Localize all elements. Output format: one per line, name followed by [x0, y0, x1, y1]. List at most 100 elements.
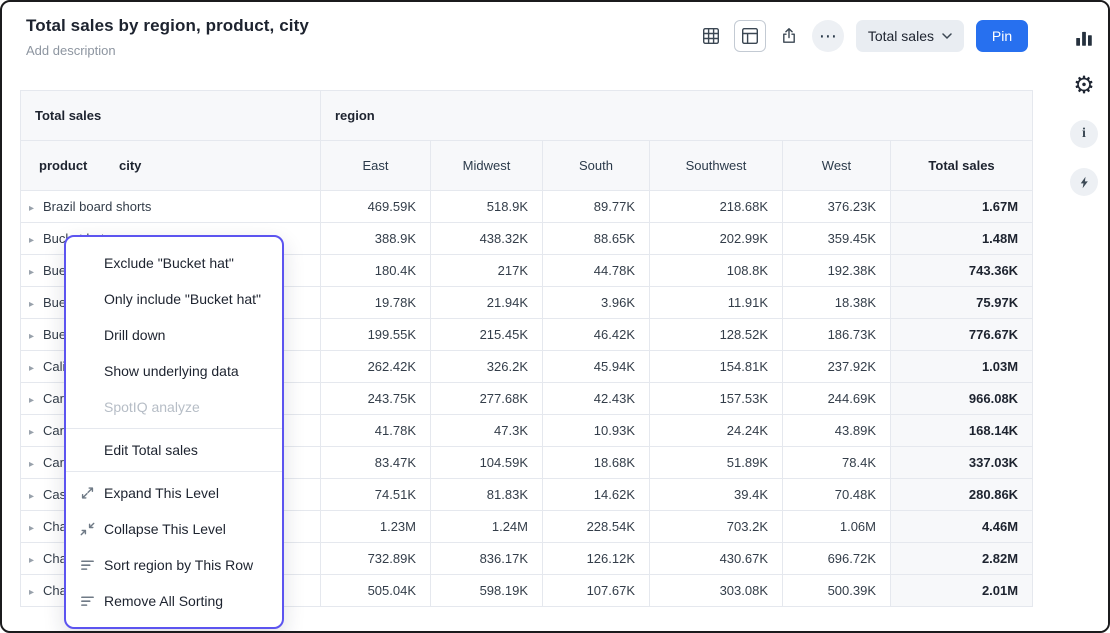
- cell-value[interactable]: 1.24M: [431, 511, 543, 543]
- cell-value[interactable]: 81.83K: [431, 479, 543, 511]
- table-view-icon[interactable]: [700, 25, 722, 47]
- cell-value[interactable]: 598.19K: [431, 575, 543, 607]
- info-icon[interactable]: i: [1070, 120, 1098, 148]
- chart-panel-icon[interactable]: [1070, 24, 1098, 52]
- cell-value[interactable]: 430.67K: [650, 543, 783, 575]
- expand-caret-icon[interactable]: ▸: [29, 459, 43, 470]
- expand-caret-icon[interactable]: ▸: [29, 523, 43, 534]
- cell-value[interactable]: 202.99K: [650, 223, 783, 255]
- cell-value[interactable]: 500.39K: [783, 575, 891, 607]
- menu-item[interactable]: Collapse This Level: [66, 511, 282, 547]
- cell-value[interactable]: 244.69K: [783, 383, 891, 415]
- product-dim-label[interactable]: product: [39, 158, 87, 173]
- measure-dropdown[interactable]: Total sales: [856, 20, 964, 52]
- cell-value[interactable]: 186.73K: [783, 319, 891, 351]
- expand-caret-icon[interactable]: ▸: [29, 427, 43, 438]
- expand-caret-icon[interactable]: ▸: [29, 491, 43, 502]
- cell-value[interactable]: 388.9K: [321, 223, 431, 255]
- cell-value[interactable]: 46.42K: [543, 319, 650, 351]
- cell-value[interactable]: 703.2K: [650, 511, 783, 543]
- cell-value[interactable]: 44.78K: [543, 255, 650, 287]
- cell-value[interactable]: 237.92K: [783, 351, 891, 383]
- cell-value[interactable]: 128.52K: [650, 319, 783, 351]
- column-header[interactable]: Total sales: [891, 141, 1033, 191]
- cell-value[interactable]: 45.94K: [543, 351, 650, 383]
- cell-value[interactable]: 18.38K: [783, 287, 891, 319]
- cell-value[interactable]: 19.78K: [321, 287, 431, 319]
- cell-value[interactable]: 326.2K: [431, 351, 543, 383]
- cell-value[interactable]: 11.91K: [650, 287, 783, 319]
- cell-value[interactable]: 89.77K: [543, 191, 650, 223]
- cell-value[interactable]: 180.4K: [321, 255, 431, 287]
- spotiq-lightning-icon[interactable]: [1070, 168, 1098, 196]
- expand-caret-icon[interactable]: ▸: [29, 331, 43, 342]
- menu-item[interactable]: Sort region by This Row: [66, 547, 282, 583]
- menu-item[interactable]: Only include "Bucket hat": [66, 281, 282, 317]
- menu-item[interactable]: Exclude "Bucket hat": [66, 245, 282, 281]
- cell-value[interactable]: 505.04K: [321, 575, 431, 607]
- cell-value[interactable]: 277.68K: [431, 383, 543, 415]
- share-icon[interactable]: [778, 25, 800, 47]
- cell-value[interactable]: 359.45K: [783, 223, 891, 255]
- expand-caret-icon[interactable]: ▸: [29, 395, 43, 406]
- cell-value[interactable]: 836.17K: [431, 543, 543, 575]
- column-header[interactable]: Midwest: [431, 141, 543, 191]
- menu-item[interactable]: Expand This Level: [66, 475, 282, 511]
- cell-value[interactable]: 218.68K: [650, 191, 783, 223]
- cell-value[interactable]: 376.23K: [783, 191, 891, 223]
- more-options-button[interactable]: ⋯: [812, 20, 844, 52]
- expand-caret-icon[interactable]: ▸: [29, 299, 43, 310]
- cell-value[interactable]: 228.54K: [543, 511, 650, 543]
- cell-value[interactable]: 107.67K: [543, 575, 650, 607]
- expand-caret-icon[interactable]: ▸: [29, 587, 43, 598]
- cell-value[interactable]: 39.4K: [650, 479, 783, 511]
- column-header[interactable]: Southwest: [650, 141, 783, 191]
- cell-value[interactable]: 78.4K: [783, 447, 891, 479]
- cell-value[interactable]: 438.32K: [431, 223, 543, 255]
- cell-value[interactable]: 88.65K: [543, 223, 650, 255]
- cell-value[interactable]: 126.12K: [543, 543, 650, 575]
- cell-value[interactable]: 696.72K: [783, 543, 891, 575]
- cell-value[interactable]: 469.59K: [321, 191, 431, 223]
- menu-item[interactable]: Show underlying data: [66, 353, 282, 389]
- menu-item[interactable]: Remove All Sorting: [66, 583, 282, 619]
- city-dim-label[interactable]: city: [119, 158, 141, 173]
- menu-item[interactable]: Drill down: [66, 317, 282, 353]
- cell-value[interactable]: 1.06M: [783, 511, 891, 543]
- cell-value[interactable]: 18.68K: [543, 447, 650, 479]
- cell-value[interactable]: 192.38K: [783, 255, 891, 287]
- cell-value[interactable]: 303.08K: [650, 575, 783, 607]
- cell-value[interactable]: 51.89K: [650, 447, 783, 479]
- column-header[interactable]: East: [321, 141, 431, 191]
- cell-value[interactable]: 732.89K: [321, 543, 431, 575]
- settings-gear-icon[interactable]: ⚙: [1070, 72, 1098, 100]
- expand-caret-icon[interactable]: ▸: [29, 363, 43, 374]
- cell-value[interactable]: 70.48K: [783, 479, 891, 511]
- cell-value[interactable]: 262.42K: [321, 351, 431, 383]
- cell-value[interactable]: 14.62K: [543, 479, 650, 511]
- cell-value[interactable]: 1.23M: [321, 511, 431, 543]
- cell-value[interactable]: 154.81K: [650, 351, 783, 383]
- cell-value[interactable]: 215.45K: [431, 319, 543, 351]
- cell-value[interactable]: 74.51K: [321, 479, 431, 511]
- cell-value[interactable]: 83.47K: [321, 447, 431, 479]
- cell-value[interactable]: 104.59K: [431, 447, 543, 479]
- column-group-header[interactable]: region: [321, 91, 1033, 141]
- menu-item[interactable]: Edit Total sales: [66, 432, 282, 468]
- expand-caret-icon[interactable]: ▸: [29, 555, 43, 566]
- cell-value[interactable]: 199.55K: [321, 319, 431, 351]
- pivot-view-button[interactable]: [734, 20, 766, 52]
- cell-value[interactable]: 24.24K: [650, 415, 783, 447]
- cell-value[interactable]: 217K: [431, 255, 543, 287]
- column-header[interactable]: South: [543, 141, 650, 191]
- expand-caret-icon[interactable]: ▸: [29, 203, 43, 214]
- cell-value[interactable]: 157.53K: [650, 383, 783, 415]
- column-header[interactable]: West: [783, 141, 891, 191]
- cell-value[interactable]: 108.8K: [650, 255, 783, 287]
- cell-value[interactable]: 21.94K: [431, 287, 543, 319]
- cell-value[interactable]: 43.89K: [783, 415, 891, 447]
- cell-value[interactable]: 47.3K: [431, 415, 543, 447]
- row-label[interactable]: ▸Brazil board shorts: [21, 191, 321, 223]
- cell-value[interactable]: 10.93K: [543, 415, 650, 447]
- pin-button[interactable]: Pin: [976, 20, 1028, 52]
